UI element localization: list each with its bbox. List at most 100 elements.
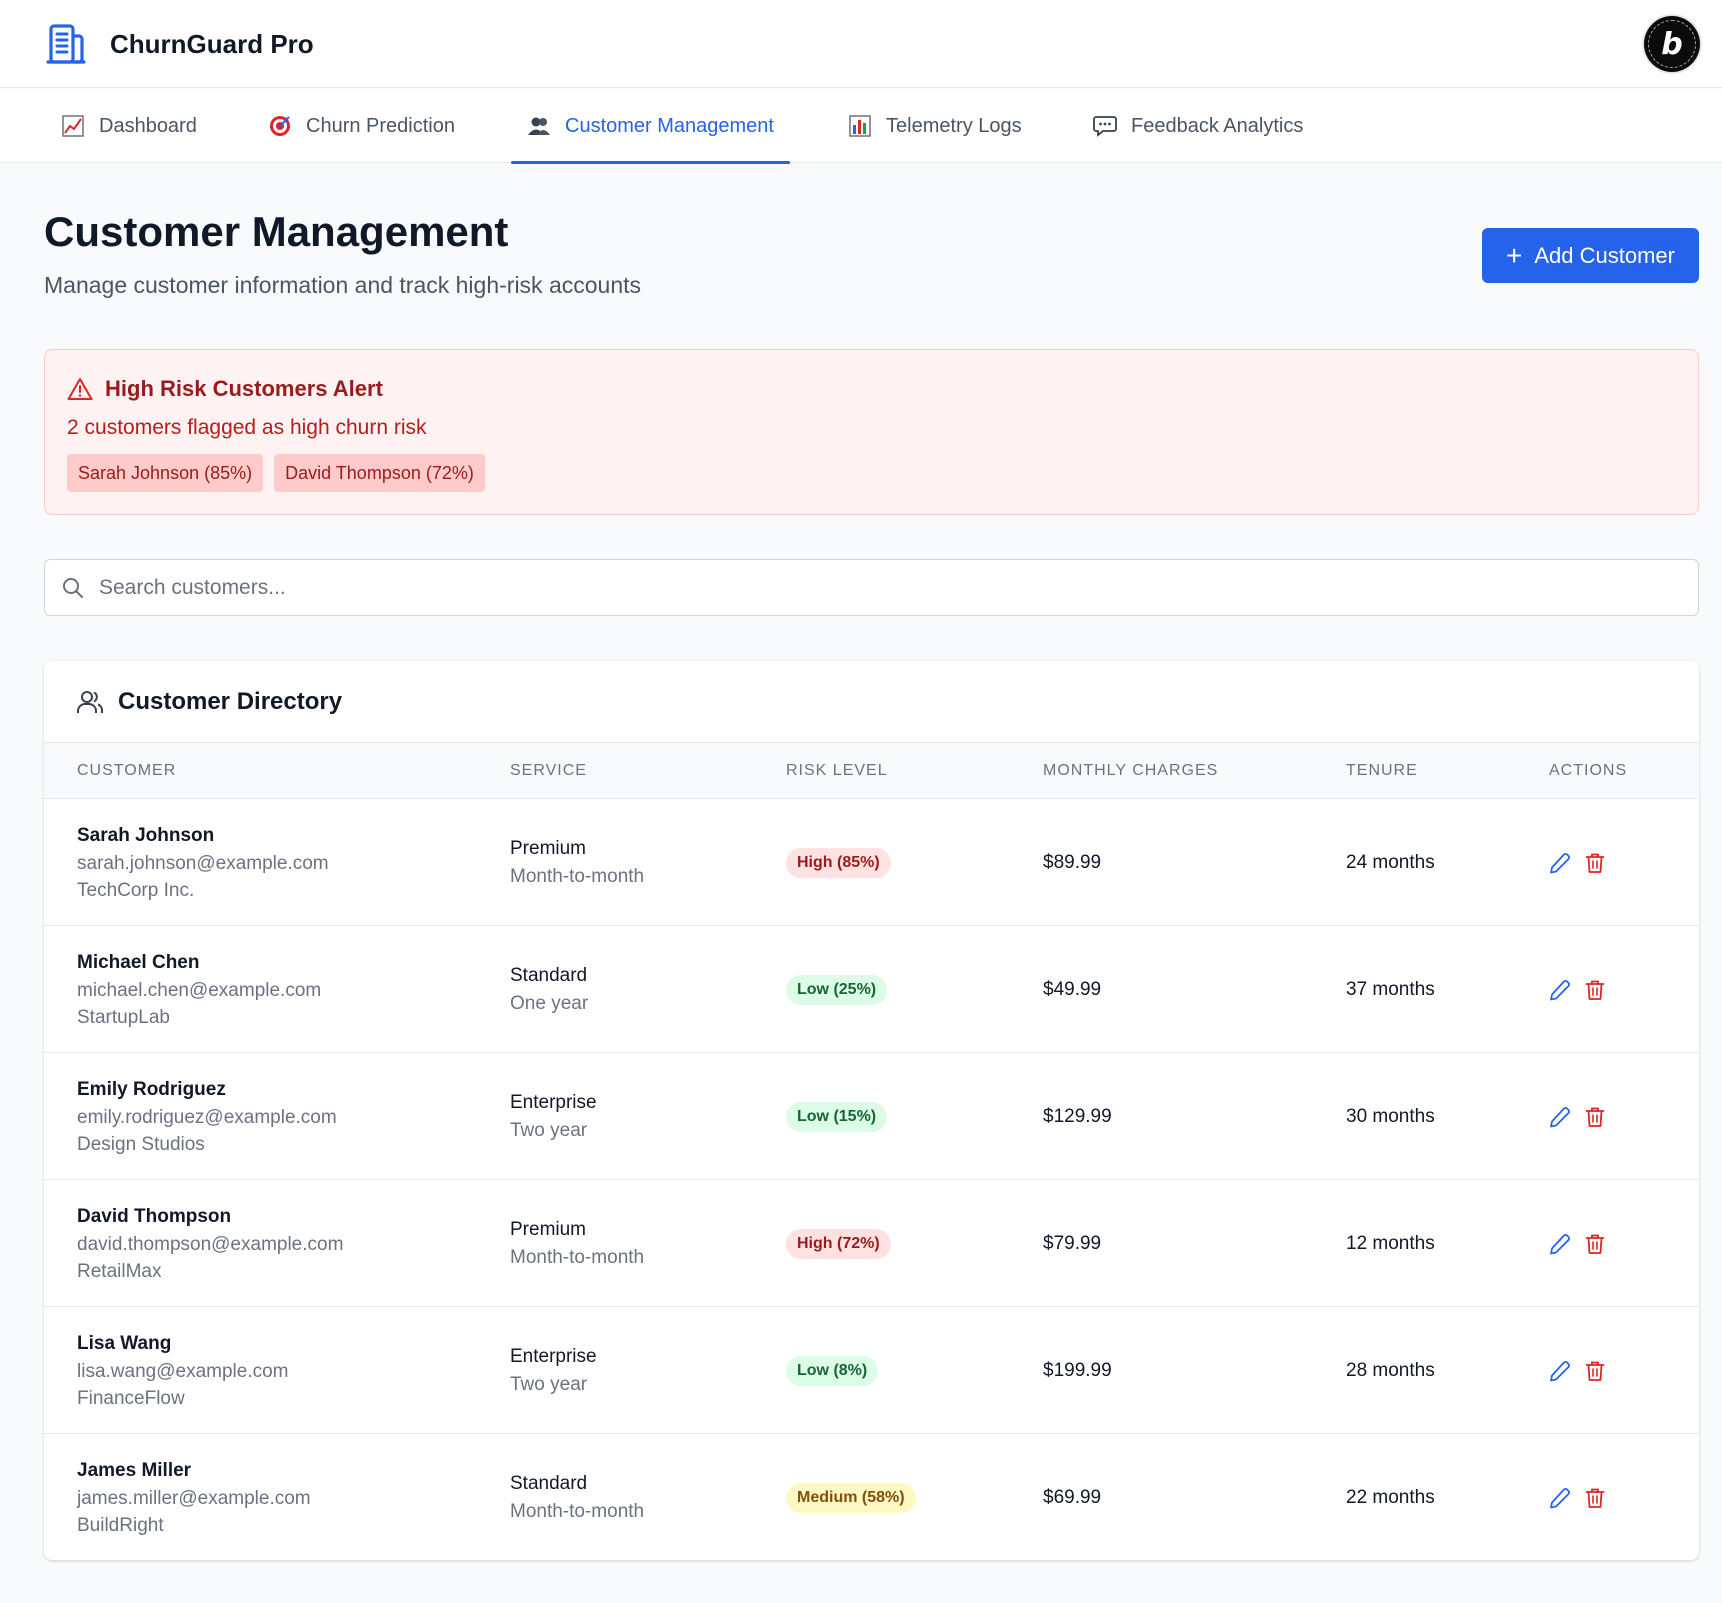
pencil-icon (1550, 979, 1571, 1000)
customer-name: Michael Chen (77, 951, 200, 973)
table-row[interactable]: Lisa Wang lisa.wang@example.com FinanceF… (44, 1307, 1699, 1434)
trash-icon (1585, 1107, 1605, 1127)
table-header: CUSTOMER SERVICE RISK LEVEL MONTHLY CHAR… (44, 743, 1699, 799)
column-header-tenure[interactable]: TENURE (1346, 743, 1418, 799)
pencil-icon (1550, 1487, 1571, 1508)
edit-button[interactable] (1549, 1233, 1571, 1255)
page-subtitle: Manage customer information and track hi… (44, 272, 642, 298)
edit-button[interactable] (1549, 852, 1571, 874)
delete-button[interactable] (1585, 979, 1605, 1001)
delete-button[interactable] (1585, 1106, 1605, 1128)
badge-ring (1648, 20, 1696, 68)
brand[interactable]: ChurnGuard Pro (44, 22, 314, 66)
service-cell: Standard One year (510, 926, 588, 1053)
risk-customer-chip[interactable]: David Thompson (72%) (274, 454, 485, 492)
search-input[interactable] (99, 560, 1679, 615)
edit-button[interactable] (1549, 1360, 1571, 1382)
tenure: 28 months (1346, 1359, 1435, 1381)
customer-email: james.miller@example.com (77, 1487, 311, 1509)
tenure: 37 months (1346, 978, 1435, 1000)
monthly-charges: $49.99 (1043, 978, 1102, 1000)
tab-dashboard[interactable]: Dashboard (61, 89, 197, 163)
risk-badge: Low (15%) (786, 1101, 888, 1132)
building-icon (46, 24, 86, 64)
search-bar (44, 559, 1699, 616)
risk-customer-chip[interactable]: Sarah Johnson (85%) (67, 454, 264, 492)
customer-email: emily.rodriguez@example.com (77, 1106, 337, 1128)
tenure: 30 months (1346, 1105, 1435, 1127)
customer-company: TechCorp Inc. (77, 879, 195, 901)
trash-icon (1585, 980, 1605, 1000)
add-customer-button[interactable]: + Add Customer (1482, 228, 1699, 283)
column-header-service[interactable]: SERVICE (510, 743, 587, 799)
edit-button[interactable] (1549, 979, 1571, 1001)
table-row[interactable]: Michael Chen michael.chen@example.com St… (44, 926, 1699, 1053)
risk-cell: Low (15%) (786, 1053, 888, 1180)
tenure: 24 months (1346, 851, 1435, 873)
chart-increasing-icon (61, 114, 85, 138)
delete-button[interactable] (1585, 1233, 1605, 1255)
trash-icon (1585, 1488, 1605, 1508)
search-icon (63, 578, 83, 598)
risk-cell: Medium (58%) (786, 1434, 916, 1560)
column-header-risk-level[interactable]: RISK LEVEL (786, 743, 888, 799)
table-row[interactable]: Emily Rodriguez emily.rodriguez@example.… (44, 1053, 1699, 1180)
tab-label: Feedback Analytics (1131, 114, 1304, 137)
trash-icon (1585, 1234, 1605, 1254)
delete-button[interactable] (1585, 852, 1605, 874)
customer-cell: Emily Rodriguez emily.rodriguez@example.… (77, 1053, 337, 1180)
trash-icon (1585, 1361, 1605, 1381)
table-row[interactable]: James Miller james.miller@example.com Bu… (44, 1434, 1699, 1560)
service-cell: Enterprise Two year (510, 1307, 597, 1434)
tab-feedback-analytics[interactable]: Feedback Analytics (1093, 89, 1303, 163)
edit-button[interactable] (1549, 1106, 1571, 1128)
column-header-customer[interactable]: CUSTOMER (77, 743, 176, 799)
service-plan: Premium (510, 837, 587, 859)
customer-email: david.thompson@example.com (77, 1233, 344, 1255)
pencil-icon (1550, 1233, 1571, 1254)
tab-churn-prediction[interactable]: Churn Prediction (268, 89, 455, 163)
monthly-charges: $199.99 (1043, 1359, 1112, 1381)
plus-icon: + (1506, 239, 1523, 271)
customer-company: StartupLab (77, 1006, 170, 1028)
tab-telemetry-logs[interactable]: Telemetry Logs (848, 89, 1022, 163)
app-header: ChurnGuard Pro b (0, 0, 1722, 88)
tab-customer-management[interactable]: Customer Management (511, 89, 790, 164)
risk-badge: High (85%) (786, 847, 891, 878)
users-icon (527, 114, 551, 138)
alert-title-text: High Risk Customers Alert (105, 376, 383, 401)
column-header-actions: ACTIONS (1549, 762, 1628, 779)
bar-chart-icon (848, 114, 872, 138)
tab-label: Churn Prediction (306, 114, 455, 137)
actions-cell (1549, 799, 1605, 926)
delete-button[interactable] (1585, 1360, 1605, 1382)
risk-cell: High (72%) (786, 1180, 891, 1307)
monthly-charges: $129.99 (1043, 1105, 1112, 1127)
service-contract: Two year (510, 1119, 588, 1141)
column-header-monthly-charges[interactable]: MONTHLY CHARGES (1043, 743, 1218, 799)
service-cell: Enterprise Two year (510, 1053, 597, 1180)
customer-cell: Michael Chen michael.chen@example.com St… (77, 926, 321, 1053)
customer-name: James Miller (77, 1459, 192, 1481)
service-plan: Enterprise (510, 1091, 597, 1113)
table-row[interactable]: Sarah Johnson sarah.johnson@example.com … (44, 799, 1699, 926)
customer-email: michael.chen@example.com (77, 979, 322, 1001)
customer-email: lisa.wang@example.com (77, 1360, 289, 1382)
bolt-badge-icon[interactable]: b (1644, 16, 1700, 72)
app-name: ChurnGuard Pro (110, 28, 314, 59)
customer-cell: James Miller james.miller@example.com Bu… (77, 1434, 311, 1560)
service-contract: Two year (510, 1373, 588, 1395)
actions-cell (1549, 1053, 1605, 1180)
monthly-charges: $69.99 (1043, 1486, 1102, 1508)
tab-label: Telemetry Logs (886, 114, 1022, 137)
main-nav: Dashboard Churn Prediction Customer Mana… (0, 89, 1722, 164)
risk-cell: Low (25%) (786, 926, 888, 1053)
delete-button[interactable] (1585, 1487, 1605, 1509)
table-row[interactable]: David Thompson david.thompson@example.co… (44, 1180, 1699, 1307)
service-cell: Standard Month-to-month (510, 1434, 644, 1560)
directory-title: Customer Directory (118, 687, 343, 715)
actions-cell (1549, 1307, 1605, 1434)
directory-header: Customer Directory (44, 661, 1699, 743)
edit-button[interactable] (1549, 1487, 1571, 1509)
pencil-icon (1550, 1106, 1571, 1127)
